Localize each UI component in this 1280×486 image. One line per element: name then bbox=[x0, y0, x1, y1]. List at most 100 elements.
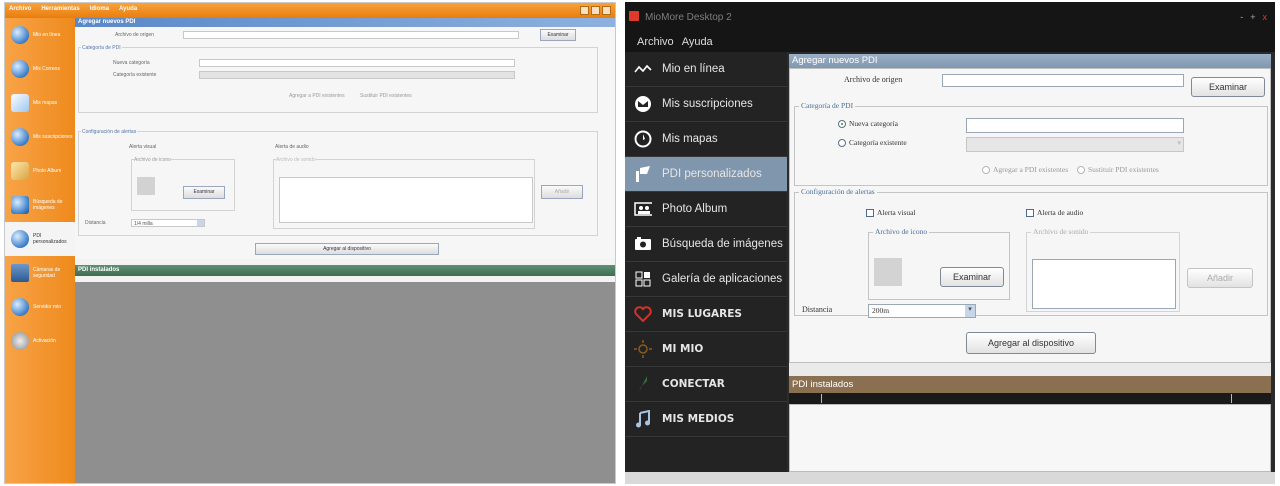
camera-icon bbox=[634, 235, 652, 253]
mail-icon bbox=[11, 60, 29, 78]
title-bar: Archivo Herramientas Idioma Ayuda bbox=[5, 3, 615, 18]
category-group-label: Categoría de PDI bbox=[81, 45, 122, 51]
add-existing-radio[interactable]: Agregar a PDI existentes bbox=[289, 93, 345, 99]
sidebar-item-conectar[interactable]: CONECTAR bbox=[625, 367, 787, 402]
installed-poi-list bbox=[75, 282, 615, 483]
photo-album-icon bbox=[634, 200, 652, 218]
image-search-icon bbox=[11, 196, 29, 214]
menu-archivo[interactable]: Archivo bbox=[9, 6, 31, 12]
audio-alert-checkbox[interactable]: Alerta de audio bbox=[275, 144, 309, 150]
existing-category-select[interactable]: ▾ bbox=[966, 137, 1184, 152]
add-to-device-button[interactable]: Agregar al dispositivo bbox=[966, 332, 1096, 354]
add-existing-radio[interactable]: Agregar a PDI existentes bbox=[982, 165, 1068, 174]
browse-button[interactable]: Examinar bbox=[1191, 77, 1265, 97]
source-file-input[interactable] bbox=[183, 31, 519, 39]
existing-category-radio[interactable]: Categoría existente bbox=[113, 72, 156, 78]
new-category-input[interactable] bbox=[966, 118, 1184, 133]
pin-icon bbox=[11, 230, 29, 248]
menu-ayuda[interactable]: Ayuda bbox=[682, 34, 713, 52]
minimize-button[interactable] bbox=[580, 6, 589, 15]
sidebar-item-mis-lugares[interactable]: MIS LUGARES bbox=[625, 297, 787, 332]
sidebar-item-busqueda-imagenes[interactable]: Búsqueda de imágenes bbox=[5, 188, 75, 222]
source-file-label: Archivo de origen bbox=[115, 32, 154, 38]
installed-poi-header: PDI instalados bbox=[75, 265, 615, 276]
sidebar-item-mis-mapas[interactable]: Mis mapas bbox=[5, 86, 75, 120]
source-file-input[interactable] bbox=[942, 74, 1184, 87]
add-poi-form: Archivo de origen Examinar Categoría de … bbox=[75, 27, 615, 259]
sound-file-label: Archivo de sonido bbox=[1031, 227, 1091, 236]
distance-select[interactable]: 200m ▾ bbox=[868, 304, 976, 318]
sidebar-item-mio-en-linea[interactable]: Mio en línea bbox=[5, 18, 75, 52]
sidebar-item-mis-suscripciones[interactable]: Mis suscripciones bbox=[625, 87, 787, 122]
sidebar-item-servidor[interactable]: Servidor mio bbox=[5, 290, 75, 324]
installed-poi-column-bar bbox=[789, 393, 1271, 404]
distance-select[interactable]: 1/4 milla bbox=[131, 219, 205, 227]
sun-icon bbox=[634, 340, 652, 358]
installed-poi-list bbox=[789, 404, 1271, 472]
visual-alert-checkbox[interactable]: Alerta visual bbox=[866, 208, 916, 217]
replace-existing-radio[interactable]: Sustituir PDI existentes bbox=[1077, 165, 1159, 174]
column-divider[interactable] bbox=[1231, 394, 1232, 403]
existing-category-select[interactable] bbox=[199, 71, 515, 79]
distance-label: Distancia bbox=[802, 305, 833, 314]
wave-icon bbox=[634, 60, 652, 78]
sound-file-input[interactable] bbox=[1032, 259, 1176, 309]
sound-file-input[interactable] bbox=[279, 177, 533, 223]
server-icon bbox=[11, 298, 29, 316]
audio-alert-checkbox[interactable]: Alerta de audio bbox=[1026, 208, 1083, 217]
maximize-button[interactable]: + bbox=[1250, 12, 1255, 22]
main-panel: Agregar nuevos PDI Archivo de origen Exa… bbox=[75, 18, 615, 483]
sidebar-item-pdi-personalizados[interactable]: PDI personalizados bbox=[5, 222, 75, 256]
maximize-button[interactable] bbox=[591, 6, 600, 15]
browse-icon-button[interactable]: Examinar bbox=[183, 186, 225, 199]
subscription-icon bbox=[11, 128, 29, 146]
sidebar-item-galeria-aplicaciones[interactable]: Galería de aplicaciones bbox=[625, 262, 787, 297]
app-grid-icon bbox=[634, 270, 652, 288]
sidebar: Mio en línea Mis suscripciones Mis mapas… bbox=[625, 52, 787, 472]
menu-herramientas[interactable]: Herramientas bbox=[41, 6, 79, 12]
distance-label: Distancia bbox=[85, 220, 106, 226]
sidebar-item-mi-mio[interactable]: MI MIO bbox=[625, 332, 787, 367]
sidebar-item-photo-album[interactable]: Photo Album bbox=[5, 154, 75, 188]
sidebar-item-mis-mapas[interactable]: Mis mapas bbox=[625, 122, 787, 157]
browse-icon-button[interactable]: Examinar bbox=[940, 267, 1004, 287]
add-button[interactable]: Añadir bbox=[541, 185, 583, 199]
icon-file-label: Archivo de icono bbox=[134, 157, 171, 163]
sidebar-item-busqueda-imagenes[interactable]: Búsqueda de imágenes bbox=[625, 227, 787, 262]
sidebar-item-mio-en-linea[interactable]: Mio en línea bbox=[625, 52, 787, 87]
new-category-radio[interactable]: Nueva categoría bbox=[838, 119, 898, 128]
app-logo-icon bbox=[629, 11, 639, 21]
add-poi-form: Archivo de origen Examinar Categoría de … bbox=[789, 68, 1271, 363]
minimize-button[interactable]: - bbox=[1240, 12, 1243, 22]
existing-category-radio[interactable]: Categoría existente bbox=[838, 138, 907, 147]
sidebar-item-camaras[interactable]: Cámaras de seguridad bbox=[5, 256, 75, 290]
close-button[interactable] bbox=[602, 6, 611, 15]
visual-alert-checkbox[interactable]: Alerta visual bbox=[129, 144, 156, 150]
menu-archivo[interactable]: Archivo bbox=[637, 34, 674, 52]
add-to-device-button[interactable]: Agregar al dispositivo bbox=[255, 243, 439, 255]
browse-button[interactable]: Examinar bbox=[540, 29, 576, 41]
sidebar-item-pdi-personalizados[interactable]: PDI personalizados bbox=[625, 157, 787, 192]
new-category-radio[interactable]: Nueva categoría bbox=[113, 60, 150, 66]
alert-group-label: Configuración de alertas bbox=[81, 129, 138, 135]
legacy-screenshot: Archivo Herramientas Idioma Ayuda Mio en… bbox=[4, 2, 616, 484]
sidebar-item-mis-suscripciones[interactable]: Mis suscripciones bbox=[5, 120, 75, 154]
chevron-down-icon bbox=[197, 220, 204, 226]
window-title: MioMore Desktop 2 bbox=[645, 12, 732, 23]
close-button[interactable]: x bbox=[1263, 12, 1268, 22]
camera-icon bbox=[11, 264, 29, 282]
add-button[interactable]: Añadir bbox=[1187, 268, 1253, 288]
menu-ayuda[interactable]: Ayuda bbox=[119, 6, 137, 12]
panel-title: Agregar nuevos PDI bbox=[75, 18, 615, 27]
main-panel: Agregar nuevos PDI Archivo de origen Exa… bbox=[789, 54, 1271, 472]
icon-preview bbox=[137, 177, 155, 195]
sidebar-item-mis-medios[interactable]: MIS MEDIOS bbox=[625, 402, 787, 437]
menu-idioma[interactable]: Idioma bbox=[90, 6, 109, 12]
new-category-input[interactable] bbox=[199, 59, 515, 67]
title-bar: MioMore Desktop 2 - + x bbox=[625, 2, 1275, 34]
sidebar-item-mis-correos[interactable]: Mis Correos bbox=[5, 52, 75, 86]
replace-existing-radio[interactable]: Sustituir PDI existentes bbox=[360, 93, 412, 99]
sidebar-item-activacion[interactable]: Activación bbox=[5, 324, 75, 358]
column-divider[interactable] bbox=[821, 394, 822, 403]
sidebar-item-photo-album[interactable]: Photo Album bbox=[625, 192, 787, 227]
